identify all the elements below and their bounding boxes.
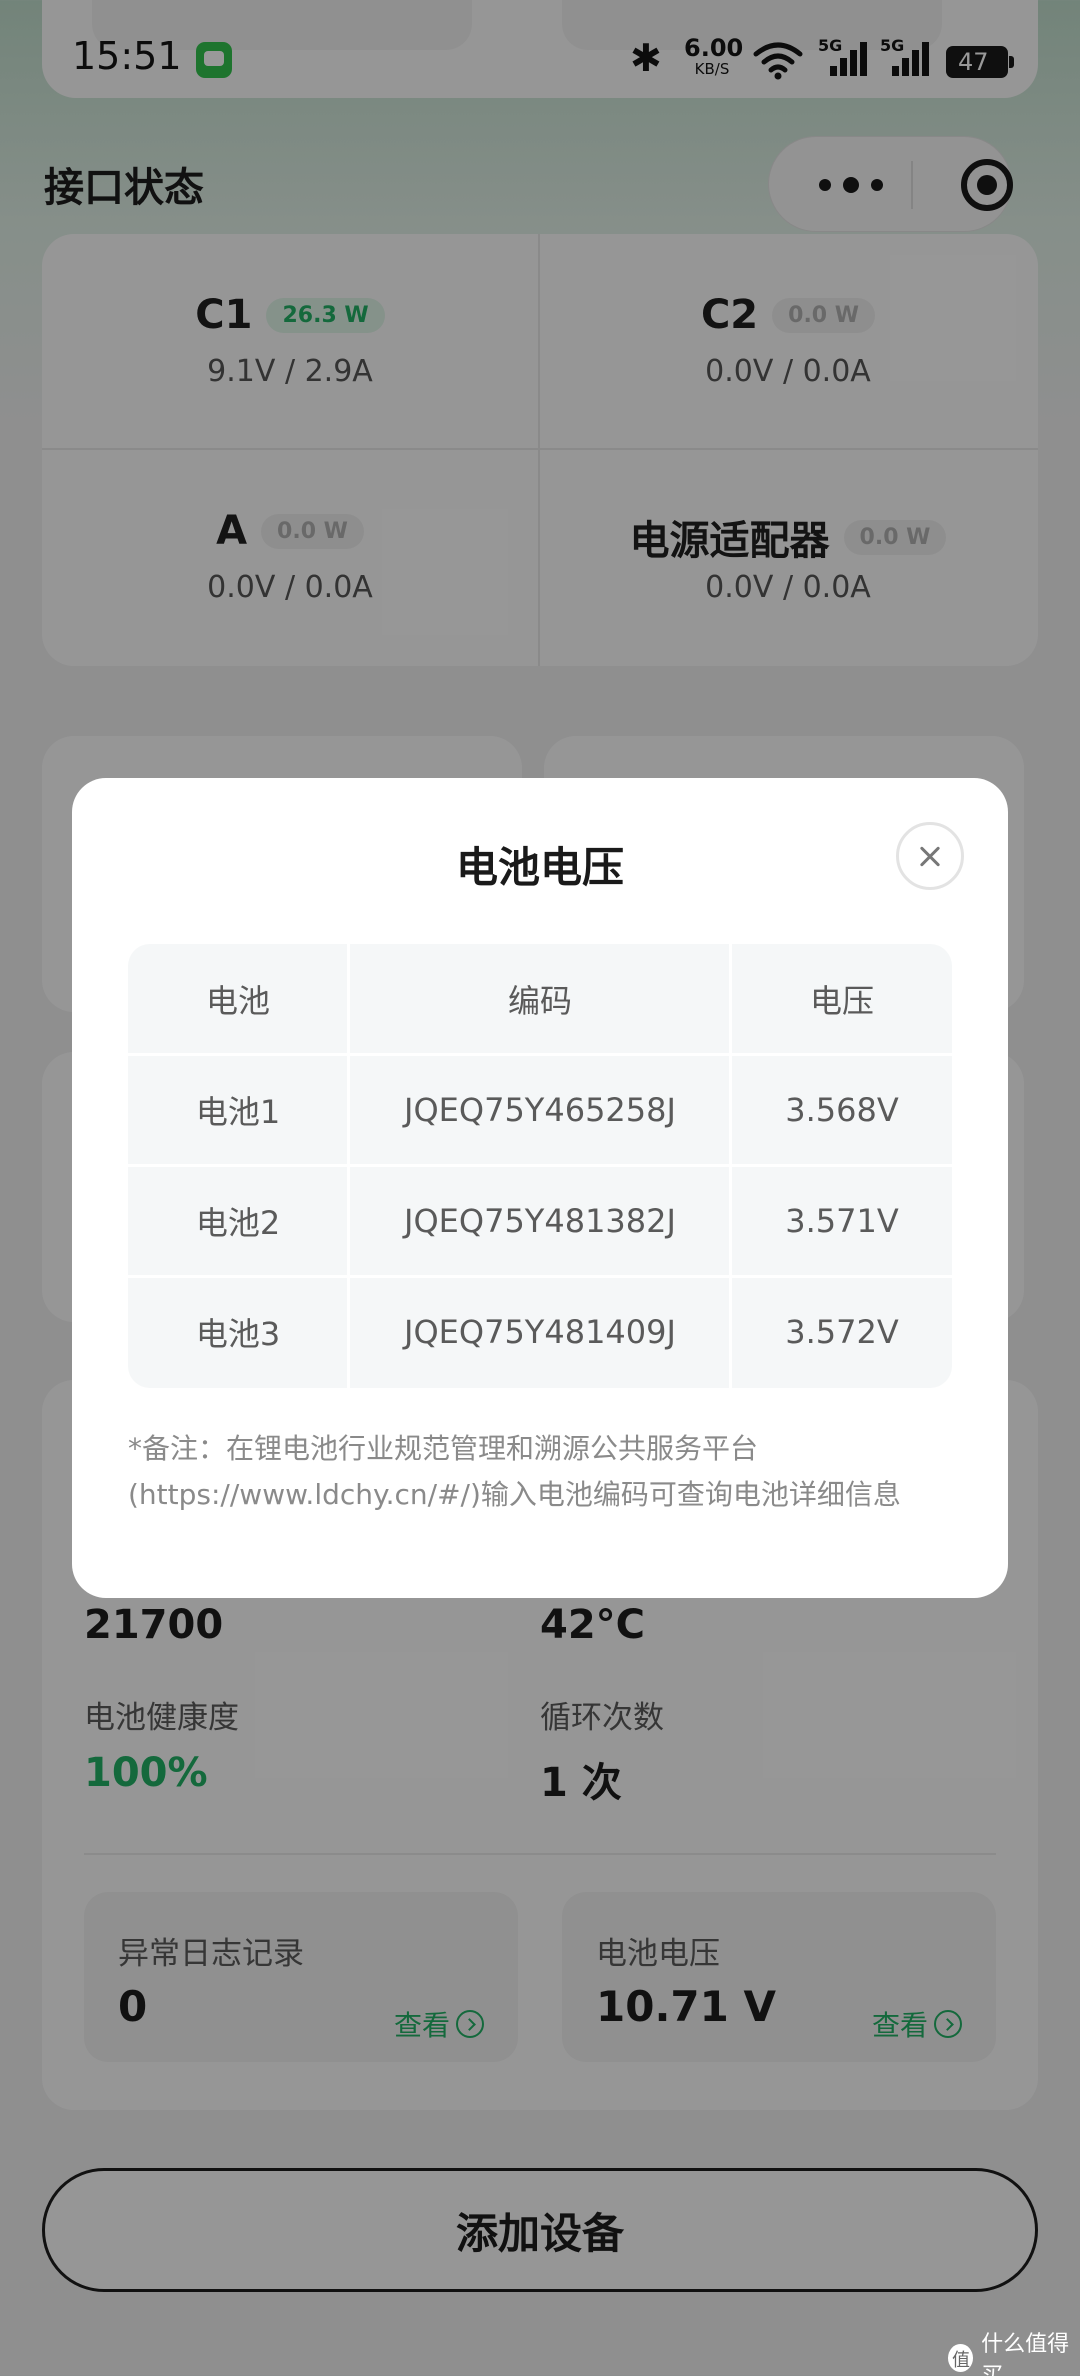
cell-battery-name: 电池1 [195,1093,281,1131]
watermark-logo-icon [948,2344,974,2372]
watermark-text: 什么值得买 [981,2332,1070,2376]
table-row: 电池3 JQEQ75Y481409J 3.572V [128,1277,952,1387]
cell-battery-name: 电池2 [195,1204,281,1242]
table-row-divider [128,1164,952,1167]
table-header-row: 电池 编码 电压 [128,944,952,1054]
column-header-battery: 电池 [205,982,270,1020]
watermark: 什么值得买 [948,2326,1080,2376]
close-icon[interactable] [896,822,964,890]
battery-voltage-dialog: 电池电压 电池 编码 电压 电池1 JQEQ75Y465258J 3.568V … [72,778,1008,1598]
dialog-note: *备注：在锂电池行业规范管理和溯源公共服务平台 (https://www.ldc… [128,1426,968,1518]
note-line: *备注：在锂电池行业规范管理和溯源公共服务平台 [128,1432,759,1465]
dialog-title: 电池电压 [455,843,624,892]
battery-voltage-table: 电池 编码 电压 电池1 JQEQ75Y465258J 3.568V 电池2 J… [128,944,952,1388]
table-row: 电池1 JQEQ75Y465258J 3.568V [128,1055,952,1165]
cell-battery-voltage: 3.568V [785,1091,899,1129]
cell-battery-voltage: 3.571V [785,1202,899,1240]
column-header-voltage: 电压 [809,982,874,1020]
cell-battery-code: JQEQ75Y481409J [404,1313,676,1351]
cell-battery-code: JQEQ75Y465258J [404,1091,676,1129]
cell-battery-voltage: 3.572V [785,1313,899,1351]
note-line: (https://www.ldchy.cn/#/)输入电池编码可查询电池详细信息 [128,1478,901,1511]
table-row: 电池2 JQEQ75Y481382J 3.571V [128,1166,952,1276]
table-row-divider [128,1275,952,1278]
table-row-divider [128,1053,952,1056]
column-header-code: 编码 [507,982,572,1020]
cell-battery-code: JQEQ75Y481382J [404,1202,676,1240]
cell-battery-name: 电池3 [195,1315,281,1353]
